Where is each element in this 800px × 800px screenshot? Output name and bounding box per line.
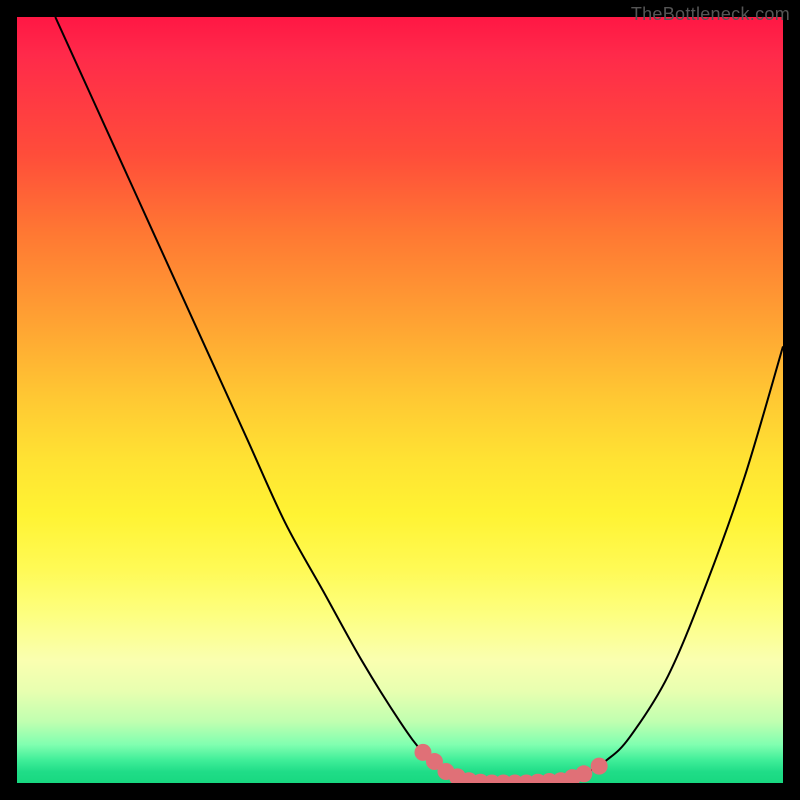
chart-svg [17, 17, 783, 783]
plot-area [17, 17, 783, 783]
marker-dot [591, 758, 608, 775]
marker-dot [575, 765, 592, 782]
marker-group [414, 744, 607, 783]
bottleneck-curve [55, 17, 783, 783]
chart-container: TheBottleneck.com [0, 0, 800, 800]
watermark-text: TheBottleneck.com [631, 4, 790, 25]
